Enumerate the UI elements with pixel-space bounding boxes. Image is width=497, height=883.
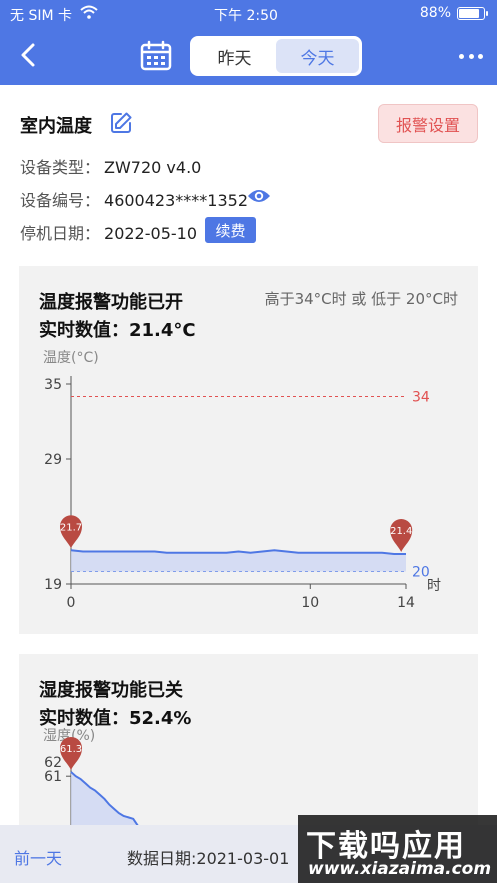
wifi-icon [80, 5, 98, 19]
clock-text: 下午 2:50 [214, 8, 278, 24]
battery-percent: 88% [419, 5, 451, 21]
nav-bar: 昨天 今天 [0, 28, 497, 85]
stop-date-row: 停机日期： 2022-05-10 [20, 220, 197, 244]
humidity-chart: 湿度(%)616261.3 [43, 728, 139, 829]
x-tick-label: 0 [67, 595, 76, 611]
battery-icon [457, 7, 488, 20]
day-segment-control: 昨天 今天 [190, 36, 362, 76]
threshold-label: 34 [412, 390, 430, 406]
device-id-row: 设备编号： 4600423****1352 [20, 187, 248, 211]
stop-date-label: 停机日期： [20, 224, 101, 243]
tab-today[interactable]: 今天 [276, 39, 359, 73]
data-marker-label: 61.3 [60, 744, 82, 755]
stop-date-value: 2022-05-10 [104, 224, 197, 243]
alarm-settings-button[interactable]: 报警设置 [378, 104, 478, 143]
device-id-value: 4600423****1352 [104, 191, 248, 210]
carrier-text: 无 SIM 卡 [10, 8, 72, 24]
y-tick-label: 62 [44, 755, 62, 771]
battery-level-fill [459, 9, 480, 18]
device-type-value: ZW720 v4.0 [104, 158, 202, 177]
y-tick-label: 61 [44, 769, 62, 785]
top-bar: 无 SIM 卡 下午 2:50 88% 昨天 今天 [0, 0, 497, 85]
watermark-line2: www.xiazaima.com [308, 859, 492, 879]
data-date-text: 数据日期:2021-03-01 [127, 849, 290, 868]
calendar-icon[interactable] [139, 40, 173, 72]
device-type-label: 设备类型： [20, 158, 101, 177]
temperature-chart: 温度(°C)1929350 10 14时342021.7 21.4 [43, 350, 441, 611]
edit-icon[interactable] [109, 111, 133, 135]
y-tick-label: 35 [44, 377, 62, 393]
data-marker-label: 21.7 [60, 522, 82, 533]
threshold-label: 20 [412, 565, 430, 581]
temperature-card: 温度报警功能已开 高于34°C时 或 低于 20°C时 实时数值：21.4°C … [19, 266, 478, 634]
data-marker-label: 21.4 [390, 526, 412, 537]
more-options-icon[interactable] [459, 44, 483, 68]
y-tick-label: 29 [44, 452, 62, 468]
x-tick-label: 10 [301, 595, 319, 611]
renew-button[interactable]: 续费 [205, 217, 256, 243]
y-axis-label: 温度(°C) [43, 350, 99, 366]
x-tick-label: 14 [397, 595, 415, 611]
tab-yesterday[interactable]: 昨天 [193, 39, 276, 73]
device-name: 室内温度 [20, 116, 92, 137]
status-bar: 无 SIM 卡 下午 2:50 88% [0, 0, 497, 28]
watermark-logo: 下载吗应用 www.xiazaima.com [298, 815, 497, 883]
previous-day-button[interactable]: 前一天 [14, 845, 62, 869]
device-type-row: 设备类型： ZW720 v4.0 [20, 154, 201, 178]
back-arrow-icon[interactable] [14, 40, 44, 70]
device-id-label: 设备编号： [20, 191, 101, 210]
eye-icon[interactable] [247, 187, 271, 205]
y-tick-label: 19 [44, 577, 62, 593]
humidity-card: 湿度报警功能已关 实时数值：52.4% 湿度(%) 61 62 61.3 [19, 654, 478, 829]
